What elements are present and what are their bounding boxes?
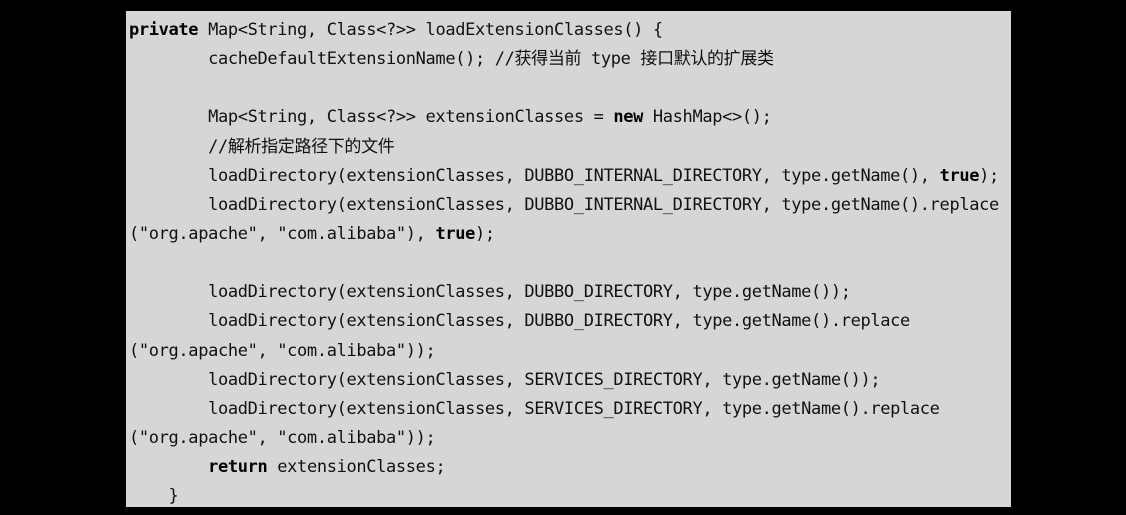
code-line: loadDirectory(extensionClasses, DUBBO_DI… (129, 278, 999, 307)
code-text: ("org.apache", "com.alibaba"), (129, 223, 436, 244)
code-line: loadDirectory(extensionClasses, DUBBO_IN… (129, 191, 999, 220)
code-line: } (129, 482, 999, 507)
code-text: cacheDefaultExtensionName(); (129, 49, 495, 70)
code-listing: private Map<String, Class<?>> loadExtens… (129, 16, 999, 507)
code-text: ("org.apache", "com.alibaba")); (129, 427, 436, 448)
code-keyword: true (939, 165, 980, 186)
code-text: ); (979, 165, 999, 186)
code-line: //解析指定路径下的文件 (129, 133, 999, 162)
code-line: loadDirectory(extensionClasses, SERVICES… (129, 366, 999, 395)
code-line: ("org.apache", "com.alibaba"), true); (129, 220, 999, 249)
code-text: loadDirectory(extensionClasses, DUBBO_DI… (129, 311, 910, 332)
code-text: ("org.apache", "com.alibaba")); (129, 340, 436, 361)
code-keyword: return (208, 457, 268, 478)
code-text: } (129, 486, 179, 507)
code-comment: //获得当前 type 接口默认的扩展类 (494, 49, 774, 70)
code-text: loadDirectory(extensionClasses, DUBBO_DI… (129, 282, 851, 303)
code-line: loadDirectory(extensionClasses, DUBBO_IN… (129, 162, 999, 191)
code-text: loadDirectory(extensionClasses, DUBBO_IN… (129, 165, 940, 186)
code-text: ); (474, 223, 495, 244)
code-text: Map<String, Class<?>> extensionClasses = (129, 107, 614, 128)
code-text: loadDirectory(extensionClasses, SERVICES… (129, 369, 881, 390)
code-line: ("org.apache", "com.alibaba")); (129, 337, 999, 366)
code-block: private Map<String, Class<?>> loadExtens… (126, 11, 1011, 507)
code-comment: //解析指定路径下的文件 (208, 136, 395, 157)
code-text: Map<String, Class<?>> loadExtensionClass… (198, 20, 663, 40)
code-line: ("org.apache", "com.alibaba")); (129, 424, 999, 453)
code-text: loadDirectory(extensionClasses, DUBBO_IN… (129, 194, 999, 215)
code-text: loadDirectory(extensionClasses, SERVICES… (129, 398, 940, 419)
code-line: private Map<String, Class<?>> loadExtens… (129, 16, 999, 45)
code-keyword: true (435, 223, 475, 244)
code-keyword: new (613, 107, 644, 128)
code-line: loadDirectory(extensionClasses, SERVICES… (129, 395, 999, 424)
code-keyword: private (129, 20, 199, 40)
code-line: loadDirectory(extensionClasses, DUBBO_DI… (129, 307, 999, 336)
code-text: HashMap<>(); (643, 107, 772, 128)
code-line: Map<String, Class<?>> extensionClasses =… (129, 103, 999, 132)
code-text: extensionClasses; (267, 457, 446, 478)
code-line: return extensionClasses; (129, 453, 999, 482)
code-line: cacheDefaultExtensionName(); //获得当前 type… (129, 45, 999, 74)
